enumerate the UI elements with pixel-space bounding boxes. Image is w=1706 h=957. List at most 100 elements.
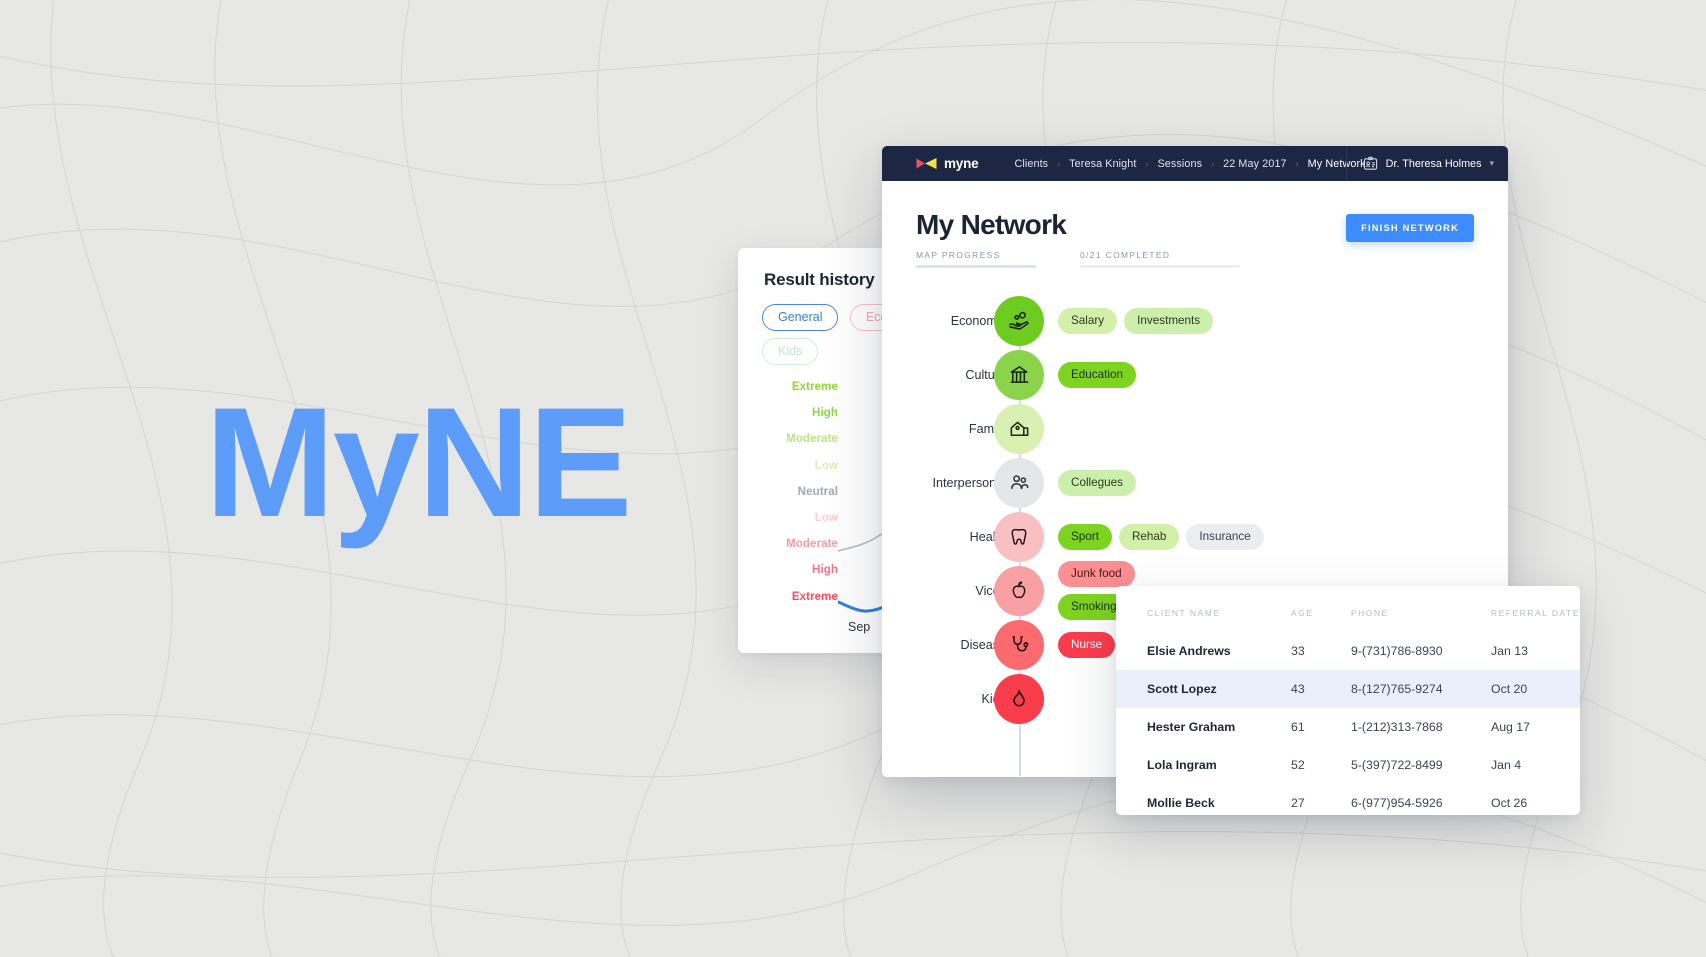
filter-chip-general[interactable]: General xyxy=(762,304,839,331)
cell-client-name: Mollie Beck xyxy=(1147,796,1215,810)
cell-age: 43 xyxy=(1291,682,1305,696)
chevron-right-icon: › xyxy=(1057,158,1061,169)
network-row-label: Health xyxy=(969,529,1006,544)
flame-icon[interactable] xyxy=(994,673,1044,724)
tooth-icon[interactable] xyxy=(994,511,1044,562)
network-row-tags: Salary Investments xyxy=(1058,307,1488,334)
breadcrumb: Clients › Teresa Knight › Sessions › 22 … xyxy=(1014,158,1365,170)
map-progress-label-group: MAP PROGRESS xyxy=(916,250,1036,268)
network-tag[interactable]: Education xyxy=(1058,361,1136,388)
column-header-phone[interactable]: PHONE xyxy=(1351,586,1491,632)
client-table-head: CLIENT NAME AGE PHONE REFERRAL DATE xyxy=(1116,586,1580,632)
user-menu-label: Dr. Theresa Holmes xyxy=(1385,157,1482,170)
client-table: CLIENT NAME AGE PHONE REFERRAL DATE Elsi… xyxy=(1116,586,1580,815)
network-tag[interactable]: Salary xyxy=(1058,307,1118,334)
id-badge-icon xyxy=(1363,156,1377,170)
network-row-label: Family xyxy=(968,421,1006,436)
people-icon[interactable] xyxy=(994,457,1044,508)
cell-age: 33 xyxy=(1291,644,1305,658)
app-logo[interactable]: myne xyxy=(916,156,979,171)
table-row[interactable]: Elsie Andrews 33 9-(731)786-8930 Jan 13 xyxy=(1116,632,1580,670)
chevron-right-icon: › xyxy=(1295,158,1299,169)
hero-wordmark: MyNE xyxy=(205,376,632,550)
network-tag[interactable]: Collegues xyxy=(1058,469,1136,496)
table-header-row: CLIENT NAME AGE PHONE REFERRAL DATE xyxy=(1116,586,1580,632)
network-tag[interactable]: Nurse xyxy=(1058,631,1116,658)
bowtie-logo-icon xyxy=(916,158,937,169)
app-logo-text: myne xyxy=(944,156,979,171)
column-header-client-name[interactable]: CLIENT NAME xyxy=(1116,586,1291,632)
cell-phone: 8-(127)765-9274 xyxy=(1351,682,1443,696)
map-progress-label: MAP PROGRESS xyxy=(916,250,1001,260)
map-progress: MAP PROGRESS 0/21 COMPLETED xyxy=(916,250,1474,268)
column-header-referral-date[interactable]: REFERRAL DATE xyxy=(1491,586,1580,632)
network-row-label: Kids xyxy=(882,692,1007,706)
money-hand-icon[interactable] xyxy=(994,295,1044,346)
cell-referral-date: Jan 4 xyxy=(1491,758,1522,772)
breadcrumb-item-clients[interactable]: Clients xyxy=(1014,158,1048,170)
y-tick-neutral: Neutral xyxy=(797,485,838,498)
breadcrumb-item-sessions[interactable]: Sessions xyxy=(1158,158,1203,170)
cell-phone: 1-(212)313-7868 xyxy=(1351,720,1443,734)
stethoscope-icon[interactable] xyxy=(994,619,1044,670)
network-row-label: Interpersonal xyxy=(932,475,1006,490)
apple-icon[interactable] xyxy=(994,565,1044,616)
user-menu[interactable]: Dr. Theresa Holmes ▾ xyxy=(1345,146,1508,181)
breadcrumb-item-client-name[interactable]: Teresa Knight xyxy=(1069,158,1136,170)
network-tag[interactable]: Junk food xyxy=(1058,561,1135,587)
table-row-selected[interactable]: Scott Lopez 43 8-(127)765-9274 Oct 20 xyxy=(1116,670,1580,708)
app-topbar: myne Clients › Teresa Knight › Sessions … xyxy=(882,146,1508,181)
filter-chip-kids[interactable]: Kids xyxy=(762,338,819,365)
network-row-culture: Culture Education xyxy=(882,348,1508,402)
network-row-label: Economic xyxy=(950,313,1006,328)
y-tick-low-positive: Low xyxy=(814,459,838,472)
map-progress-value: 0/21 COMPLETED xyxy=(1080,250,1171,260)
map-progress-bar-track xyxy=(916,265,1036,268)
table-row[interactable]: Mollie Beck 27 6-(977)954-5926 Oct 26 xyxy=(1116,784,1580,815)
cell-phone: 9-(731)786-8930 xyxy=(1351,644,1443,658)
house-icon[interactable] xyxy=(994,403,1044,454)
network-tag[interactable]: Insurance xyxy=(1186,523,1264,550)
y-tick-moderate-positive: Moderate xyxy=(786,433,838,446)
breadcrumb-item-date[interactable]: 22 May 2017 xyxy=(1223,158,1287,170)
y-tick-low-negative: Low xyxy=(814,511,838,524)
y-tick-high-positive: High xyxy=(812,407,838,420)
network-row-label: Vices xyxy=(975,583,1006,598)
cell-client-name: Scott Lopez xyxy=(1147,682,1217,696)
table-row[interactable]: Hester Graham 61 1-(212)313-7868 Aug 17 xyxy=(1116,708,1580,746)
cell-client-name: Elsie Andrews xyxy=(1147,644,1231,658)
cell-age: 61 xyxy=(1291,720,1305,734)
network-row-economic: Economic Salary Investments xyxy=(882,294,1508,348)
network-row-tags: Education xyxy=(1058,361,1488,388)
cell-referral-date: Oct 26 xyxy=(1491,796,1528,810)
y-tick-extreme-positive: Extreme xyxy=(791,381,838,393)
client-table-card: CLIENT NAME AGE PHONE REFERRAL DATE Elsi… xyxy=(1116,586,1580,815)
cell-referral-date: Oct 20 xyxy=(1491,682,1528,696)
map-progress-value-group: 0/21 COMPLETED xyxy=(1080,250,1240,268)
finish-network-button[interactable]: FINISH NETWORK xyxy=(1346,214,1474,242)
network-tag[interactable]: Sport xyxy=(1058,523,1112,550)
network-row-interpersonal: Interpersonal Collegues xyxy=(882,456,1508,510)
client-table-body: Elsie Andrews 33 9-(731)786-8930 Jan 13 … xyxy=(1116,632,1580,815)
museum-icon[interactable] xyxy=(994,349,1044,400)
network-tag[interactable]: Investments xyxy=(1124,307,1214,334)
network-row-tags: Sport Rehab Insurance xyxy=(1058,523,1488,550)
network-row-health: Health Sport Rehab Insurance xyxy=(882,510,1508,564)
screenshot-root: MyNE Result history General Economic Dis… xyxy=(0,0,1706,957)
network-tag[interactable]: Rehab xyxy=(1118,523,1180,550)
network-row-tags: Collegues xyxy=(1058,469,1488,496)
table-row[interactable]: Lola Ingram 52 5-(397)722-8499 Jan 4 xyxy=(1116,746,1580,784)
y-tick-high-negative: High xyxy=(812,564,838,577)
network-row-label: Culture xyxy=(965,367,1006,382)
cell-client-name: Lola Ingram xyxy=(1147,758,1217,772)
chevron-right-icon: › xyxy=(1211,158,1215,169)
page-header: My Network MAP PROGRESS 0/21 COMPLETED F… xyxy=(882,181,1508,268)
cell-age: 52 xyxy=(1291,758,1305,772)
chevron-right-icon: › xyxy=(1145,158,1149,169)
cell-age: 27 xyxy=(1291,796,1305,810)
column-header-age[interactable]: AGE xyxy=(1291,586,1351,632)
y-tick-moderate-negative: Moderate xyxy=(786,538,838,551)
cell-referral-date: Aug 17 xyxy=(1491,720,1530,734)
cell-client-name: Hester Graham xyxy=(1147,720,1236,734)
chart-x-label: Sep xyxy=(848,620,871,634)
